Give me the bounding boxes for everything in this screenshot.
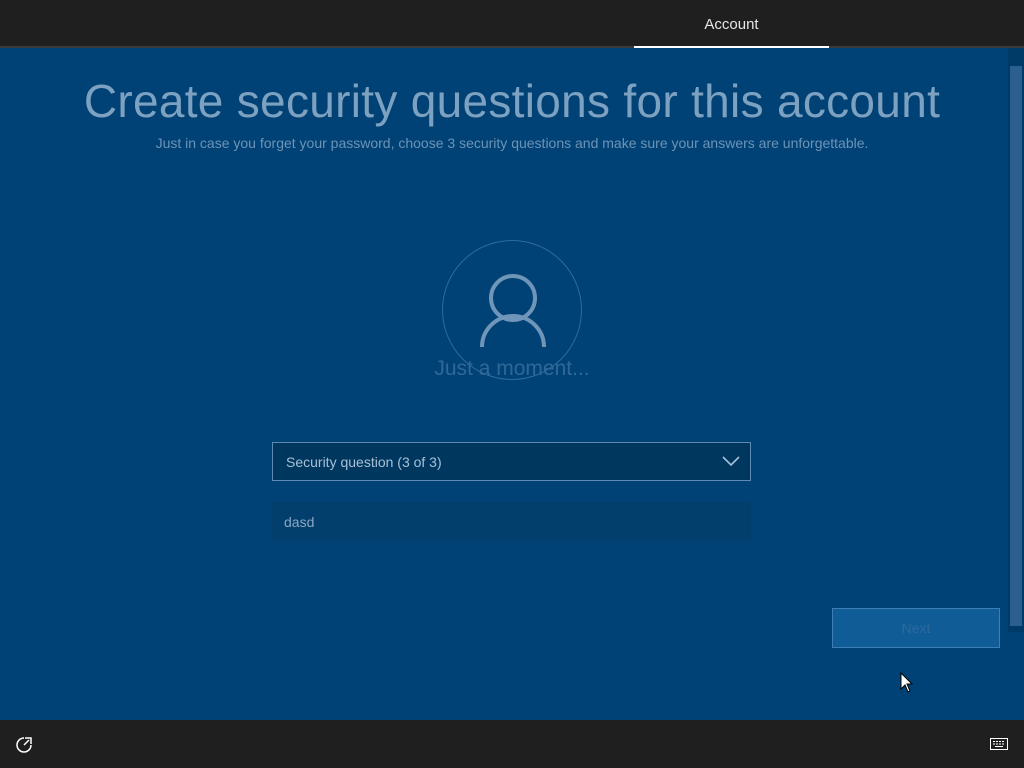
top-bar: Account — [0, 0, 1024, 48]
page-subtitle: Just in case you forget your password, c… — [155, 135, 869, 151]
security-answer-input[interactable] — [272, 502, 751, 541]
bottom-bar — [0, 720, 1024, 768]
security-question-dropdown[interactable]: Security question (3 of 3) — [272, 442, 751, 481]
next-button-label: Next — [901, 620, 931, 636]
tab-account[interactable]: Account — [634, 0, 829, 48]
loading-text: Just a moment... — [434, 357, 590, 380]
chevron-down-icon — [722, 456, 740, 467]
page-title: Create security questions for this accou… — [83, 75, 941, 127]
keyboard-icon[interactable] — [990, 738, 1008, 750]
user-icon — [480, 274, 546, 348]
security-question-selected: Security question (3 of 3) — [286, 454, 442, 470]
tab-account-label: Account — [704, 16, 759, 33]
mouse-cursor-icon — [900, 672, 914, 693]
next-button[interactable]: Next — [832, 608, 1000, 648]
ease-of-access-icon[interactable] — [15, 736, 33, 754]
